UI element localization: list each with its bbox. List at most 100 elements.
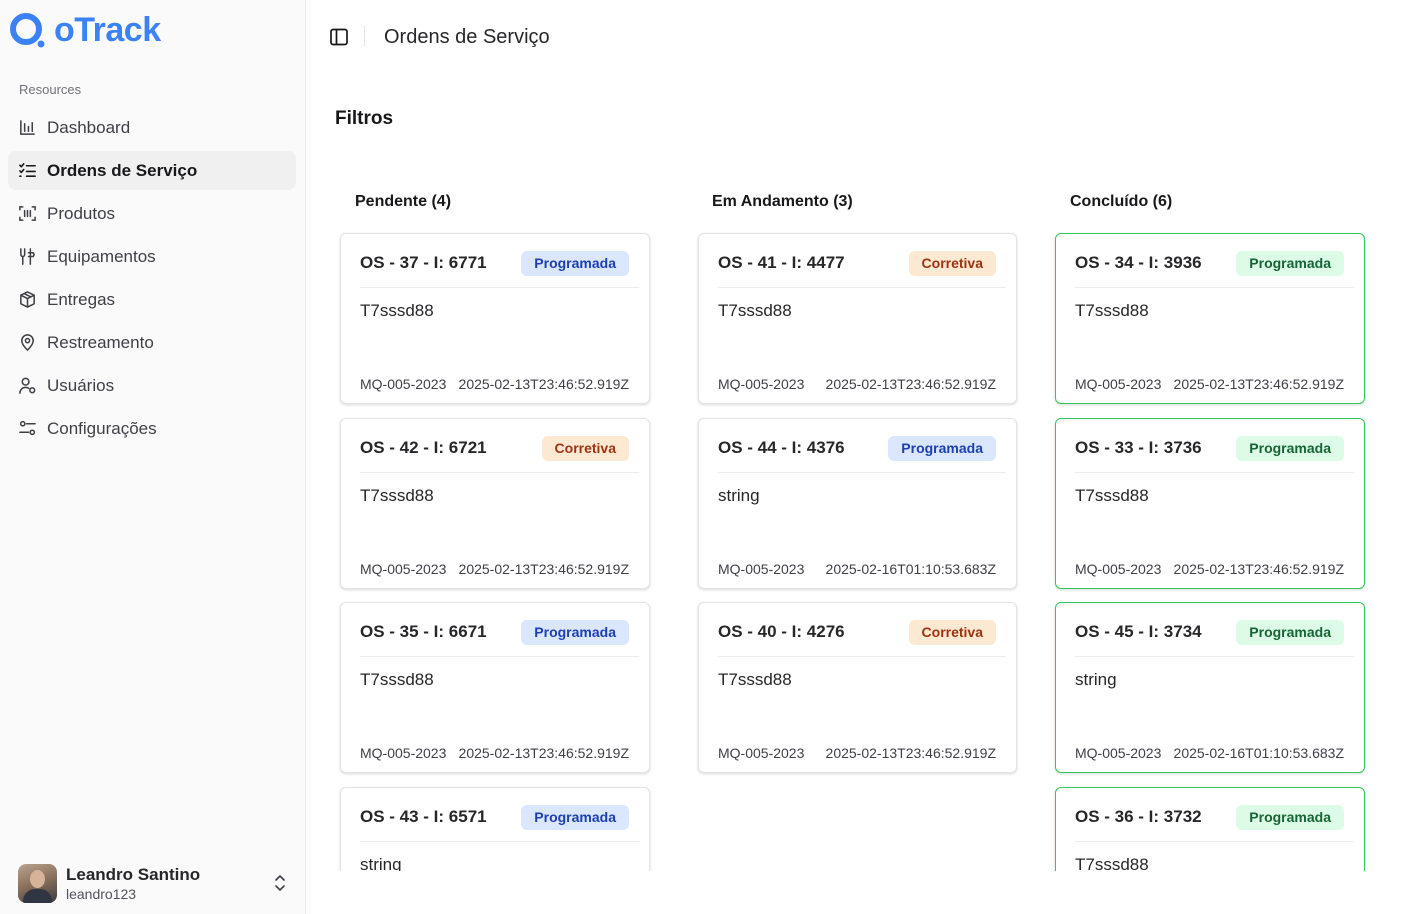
- scroll-viewport-edge: [307, 871, 1404, 914]
- type-badge: Programada: [521, 251, 629, 276]
- type-badge: Programada: [1236, 620, 1344, 645]
- type-badge: Corretiva: [541, 436, 629, 461]
- card-divider: [718, 656, 1006, 657]
- card-title: OS - 34 - I: 3936: [1075, 253, 1202, 272]
- card-date: 2025-02-13T23:46:52.919Z: [825, 376, 996, 392]
- card-title: OS - 33 - I: 3736: [1075, 438, 1202, 457]
- sidebar-item-configuracoes[interactable]: Configurações: [8, 409, 296, 448]
- card-divider: [1075, 841, 1354, 842]
- column-title: Concluído (6): [1070, 193, 1173, 210]
- card-description: T7sssd88: [1075, 301, 1149, 320]
- sidebar-item-dashboard[interactable]: Dashboard: [8, 108, 296, 147]
- user-info: Leandro Santino leandro123: [66, 864, 272, 903]
- sidebar: oTrack Resources Dashboard Ordens de Ser…: [0, 0, 306, 914]
- card-title: OS - 45 - I: 3734: [1075, 622, 1202, 641]
- card-description: string: [1075, 670, 1117, 689]
- sidebar-item-ordens-de-servico[interactable]: Ordens de Serviço: [8, 151, 296, 190]
- card-title: OS - 43 - I: 6571: [360, 807, 487, 826]
- user-name: Leandro Santino: [66, 864, 201, 884]
- type-badge: Programada: [1236, 436, 1344, 461]
- card-description: T7sssd88: [718, 301, 792, 320]
- type-badge: Programada: [888, 436, 996, 461]
- user-menu[interactable]: Leandro Santino leandro123: [18, 862, 288, 904]
- settings-sliders-icon: [19, 420, 36, 436]
- sidebar-item-restreamento[interactable]: Restreamento: [8, 323, 296, 362]
- type-badge: Corretiva: [908, 251, 996, 276]
- equipment-code: MQ-005-2023: [1075, 561, 1162, 577]
- sidebar-item-label: Restreamento: [47, 332, 154, 352]
- card-divider: [1075, 287, 1354, 288]
- type-badge: Corretiva: [908, 620, 996, 645]
- card-title: OS - 41 - I: 4477: [718, 253, 845, 272]
- type-badge: Programada: [521, 805, 629, 830]
- card-divider: [360, 841, 639, 842]
- sidebar-toggle-icon[interactable]: [329, 27, 349, 47]
- card-title: OS - 35 - I: 6671: [360, 622, 487, 641]
- service-order-card[interactable]: OS - 35 - I: 6671 Programada T7sssd88 MQ…: [340, 602, 650, 773]
- sidebar-item-usuarios[interactable]: Usuários: [8, 366, 296, 405]
- service-order-card[interactable]: OS - 40 - I: 4276 Corretiva T7sssd88 MQ-…: [698, 602, 1017, 773]
- equipment-code: MQ-005-2023: [718, 376, 805, 392]
- card-divider: [360, 287, 639, 288]
- sidebar-section-label: Resources: [19, 82, 82, 97]
- user-icon: [19, 377, 36, 394]
- card-description: T7sssd88: [360, 301, 434, 320]
- type-badge: Programada: [1236, 805, 1344, 830]
- card-title: OS - 42 - I: 6721: [360, 438, 487, 457]
- header-divider: [364, 26, 365, 46]
- card-divider: [718, 287, 1006, 288]
- service-order-card[interactable]: OS - 45 - I: 3734 Programada string MQ-0…: [1055, 602, 1365, 773]
- card-date: 2025-02-13T23:46:52.919Z: [458, 561, 629, 577]
- column-title: Pendente (4): [355, 193, 452, 210]
- wrench-icon: [20, 248, 35, 265]
- sidebar-item-entregas[interactable]: Entregas: [8, 280, 296, 319]
- service-order-card[interactable]: OS - 42 - I: 6721 Corretiva T7sssd88 MQ-…: [340, 418, 650, 589]
- sidebar-item-label: Entregas: [47, 289, 116, 309]
- map-pin-icon: [21, 334, 34, 352]
- card-description: T7sssd88: [1075, 486, 1149, 505]
- list-checks-icon: [19, 163, 36, 178]
- card-description: string: [718, 486, 760, 505]
- card-description: T7sssd88: [360, 670, 434, 689]
- page-title: Ordens de Serviço: [384, 26, 550, 48]
- service-order-card[interactable]: OS - 44 - I: 4376 Programada string MQ-0…: [698, 418, 1017, 589]
- card-date: 2025-02-13T23:46:52.919Z: [458, 376, 629, 392]
- scan-barcode-icon: [19, 206, 36, 221]
- service-order-card[interactable]: OS - 37 - I: 6771 Programada T7sssd88 MQ…: [340, 233, 650, 404]
- otrack-logo-icon: [10, 13, 45, 48]
- card-title: OS - 36 - I: 3732: [1075, 807, 1202, 826]
- card-description: T7sssd88: [718, 670, 792, 689]
- card-divider: [718, 472, 1006, 473]
- equipment-code: MQ-005-2023: [718, 745, 805, 761]
- equipment-code: MQ-005-2023: [1075, 745, 1162, 761]
- sidebar-item-label: Produtos: [47, 203, 116, 223]
- card-title: OS - 40 - I: 4276: [718, 622, 845, 641]
- equipment-code: MQ-005-2023: [360, 561, 447, 577]
- sidebar-item-label: Usuários: [47, 375, 115, 395]
- app-logo[interactable]: oTrack: [8, 10, 161, 50]
- package-icon: [20, 291, 35, 308]
- service-order-card[interactable]: OS - 41 - I: 4477 Corretiva T7sssd88 MQ-…: [698, 233, 1017, 404]
- avatar: [18, 863, 57, 903]
- card-divider: [1075, 656, 1354, 657]
- bar-chart-icon: [20, 120, 35, 135]
- service-order-card[interactable]: OS - 33 - I: 3736 Programada T7sssd88 MQ…: [1055, 418, 1365, 589]
- chevrons-up-down-icon[interactable]: [272, 873, 288, 893]
- sidebar-item-label: Ordens de Serviço: [47, 160, 198, 180]
- user-login: leandro123: [66, 885, 137, 902]
- card-date: 2025-02-16T01:10:53.683Z: [1173, 745, 1344, 761]
- card-date: 2025-02-13T23:46:52.919Z: [825, 745, 996, 761]
- equipment-code: MQ-005-2023: [360, 376, 447, 392]
- sidebar-item-equipamentos[interactable]: Equipamentos: [8, 237, 296, 276]
- card-date: 2025-02-13T23:46:52.919Z: [458, 745, 629, 761]
- sidebar-item-produtos[interactable]: Produtos: [8, 194, 296, 233]
- card-date: 2025-02-13T23:46:52.919Z: [1173, 376, 1344, 392]
- equipment-code: MQ-005-2023: [360, 745, 447, 761]
- service-order-card[interactable]: OS - 34 - I: 3936 Programada T7sssd88 MQ…: [1055, 233, 1365, 404]
- column-title: Em Andamento (3): [712, 193, 853, 210]
- top-bar: Ordens de Serviço: [307, 0, 1404, 72]
- card-divider: [360, 656, 639, 657]
- filters-heading[interactable]: Filtros: [335, 108, 393, 130]
- card-title: OS - 37 - I: 6771: [360, 253, 487, 272]
- app-name: oTrack: [54, 11, 161, 49]
